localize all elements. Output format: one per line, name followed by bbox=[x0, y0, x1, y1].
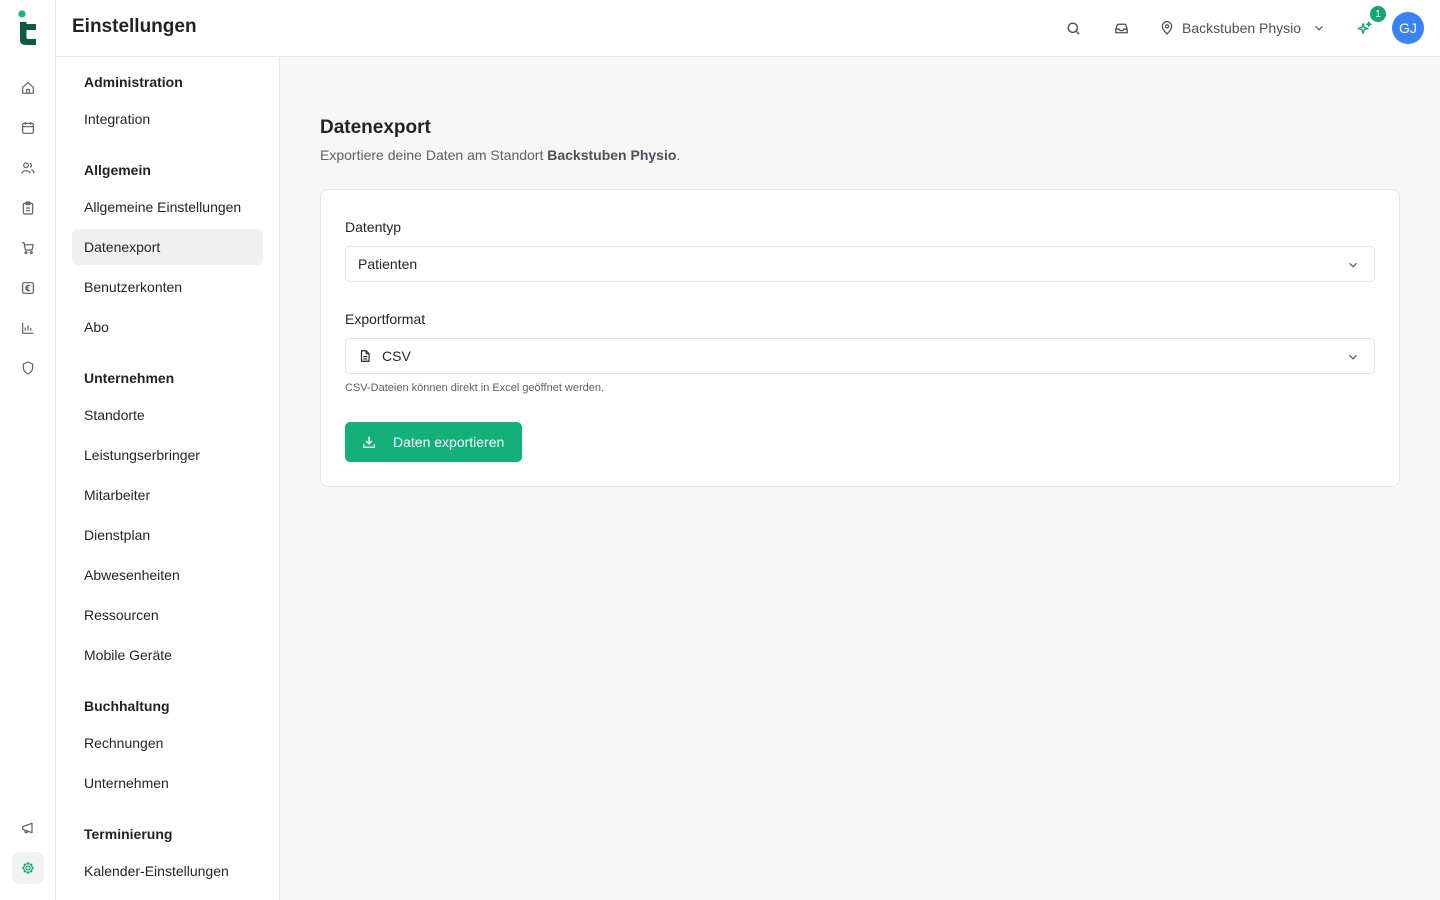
nav-item-ressourcen[interactable]: Ressourcen bbox=[72, 597, 263, 633]
location-name: Backstuben Physio bbox=[1182, 20, 1302, 36]
calendar-icon[interactable] bbox=[16, 116, 40, 140]
avatar[interactable]: GJ bbox=[1392, 12, 1424, 44]
page-title: Datenexport bbox=[320, 117, 431, 138]
map-pin-icon bbox=[1161, 21, 1173, 35]
format-value: CSV bbox=[382, 348, 411, 364]
nav-item-rechnungen[interactable]: Rechnungen bbox=[72, 725, 263, 761]
subtitle-location: Backstuben Physio bbox=[547, 147, 677, 163]
nav-item-allgemeine-einstellungen[interactable]: Allgemeine Einstellungen bbox=[72, 189, 263, 225]
nav-item-abwesenheiten[interactable]: Abwesenheiten bbox=[72, 557, 263, 593]
subtitle-text: Exportiere deine Daten am Standort bbox=[320, 147, 548, 163]
nav-heading-unternehmen: Unternehmen bbox=[84, 370, 175, 386]
subtitle-suffix: . bbox=[676, 147, 681, 163]
nav-heading-terminierung: Terminierung bbox=[84, 826, 173, 842]
chevron-down-icon bbox=[1349, 354, 1357, 360]
bar-chart-icon[interactable] bbox=[16, 316, 40, 340]
nav-item-unternehmen[interactable]: Unternehmen bbox=[72, 765, 263, 801]
export-card: Datentyp Patienten Exportformat CSV CSV-… bbox=[320, 189, 1400, 487]
nav-item-datenexport[interactable]: Datenexport bbox=[72, 229, 263, 265]
nav-item-standorte[interactable]: Standorte bbox=[72, 397, 263, 433]
top-bar: Einstellungen Backstuben Physio 1 GJ bbox=[56, 0, 1440, 57]
clipboard-icon[interactable] bbox=[16, 196, 40, 220]
datatype-value: Patienten bbox=[358, 256, 418, 272]
page-header-title: Einstellungen bbox=[72, 16, 197, 37]
nav-heading-administration: Administration bbox=[84, 74, 183, 90]
file-icon bbox=[360, 350, 370, 362]
nav-item-integration[interactable]: Integration bbox=[72, 101, 263, 137]
format-label: Exportformat bbox=[345, 311, 426, 327]
page-subtitle: Exportiere deine Daten am Standort Backs… bbox=[320, 147, 680, 163]
app-logo[interactable] bbox=[17, 10, 39, 48]
nav-item-dienstplan[interactable]: Dienstplan bbox=[72, 517, 263, 553]
nav-item-abo[interactable]: Abo bbox=[72, 309, 263, 345]
notification-badge: 1 bbox=[1370, 6, 1386, 22]
euro-icon[interactable] bbox=[16, 276, 40, 300]
nav-heading-buchhaltung: Buchhaltung bbox=[84, 698, 170, 714]
icon-rail bbox=[0, 0, 56, 900]
chevron-down-icon bbox=[1315, 25, 1323, 31]
shield-icon[interactable] bbox=[16, 356, 40, 380]
location-selector[interactable]: Backstuben Physio bbox=[1159, 14, 1326, 42]
main-content: Datenexport Exportiere deine Daten am St… bbox=[280, 57, 1440, 900]
nav-heading-allgemein: Allgemein bbox=[84, 162, 151, 178]
nav-item-benutzerkonten[interactable]: Benutzerkonten bbox=[72, 269, 263, 305]
export-button-label: Daten exportieren bbox=[393, 434, 505, 450]
nav-item-mitarbeiter[interactable]: Mitarbeiter bbox=[72, 477, 263, 513]
gear-icon[interactable] bbox=[12, 852, 44, 884]
nav-item-leistungserbringer[interactable]: Leistungserbringer bbox=[72, 437, 263, 473]
export-button[interactable]: Daten exportieren bbox=[345, 422, 522, 462]
users-icon[interactable] bbox=[16, 156, 40, 180]
home-icon[interactable] bbox=[16, 76, 40, 100]
nav-item-kalender-einstellungen[interactable]: Kalender-Einstellungen bbox=[72, 853, 263, 889]
datatype-label: Datentyp bbox=[345, 219, 402, 235]
nav-item-mobile-geraete[interactable]: Mobile Geräte bbox=[72, 637, 263, 673]
cart-icon[interactable] bbox=[16, 236, 40, 260]
settings-nav: Administration Integration Allgemein All… bbox=[56, 57, 280, 900]
format-hint: CSV-Dateien können direkt in Excel geöff… bbox=[345, 382, 605, 394]
datatype-select[interactable]: Patienten bbox=[345, 246, 1375, 282]
format-select[interactable]: CSV bbox=[345, 338, 1375, 374]
inbox-icon[interactable] bbox=[1109, 16, 1133, 40]
megaphone-icon[interactable] bbox=[16, 816, 40, 840]
search-icon[interactable] bbox=[1061, 16, 1085, 40]
chevron-down-icon bbox=[1349, 262, 1357, 268]
download-icon bbox=[363, 436, 375, 448]
